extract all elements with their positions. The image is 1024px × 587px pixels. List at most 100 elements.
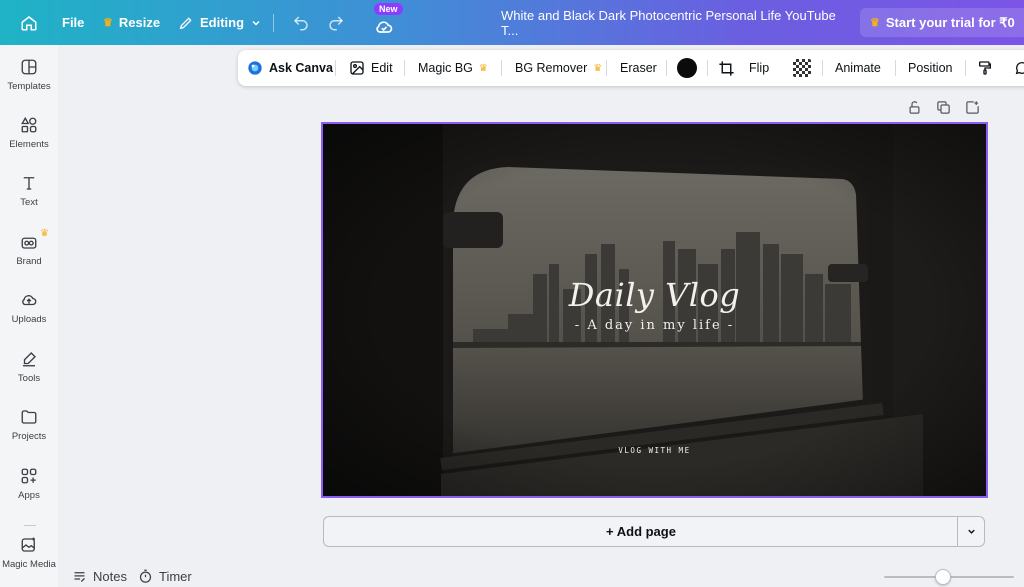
color-picker-button[interactable] [677, 50, 697, 86]
toolbar-divider [666, 60, 667, 76]
design-canvas[interactable]: Daily Vlog - A day in my life - VLOG WIT… [321, 122, 988, 498]
sidebar-item-label: Tools [17, 373, 41, 384]
magic-media-icon [21, 537, 35, 552]
magic-bg-button[interactable]: Magic BG ♛ [418, 50, 488, 86]
brand-icon [21, 237, 37, 249]
flip-button[interactable]: Flip [749, 50, 769, 86]
bg-remover-label: BG Remover [515, 61, 588, 75]
sidebar-item-elements[interactable]: Elements [0, 105, 58, 161]
canvas-footer-text[interactable]: VLOG WITH ME [323, 446, 986, 455]
canvas-subtitle-text[interactable]: - A day in my life - [323, 318, 986, 333]
start-trial-button[interactable]: ♛ Start your trial for ₹0 [860, 8, 1024, 37]
sidebar-item-text[interactable]: Text [0, 163, 58, 219]
timer-label: Timer [159, 568, 192, 584]
eraser-button[interactable]: Eraser [620, 50, 657, 86]
add-page-icon[interactable] [965, 100, 980, 115]
undo-icon [293, 15, 308, 30]
timer-button[interactable]: Timer [138, 566, 192, 586]
context-toolbar: Ask Canva Edit Magic BG ♛ BG Remover ♛ E… [238, 50, 1024, 86]
sidebar-item-uploads[interactable]: Uploads [0, 280, 58, 336]
image-edit-icon [350, 61, 364, 75]
sidebar-item-label: Uploads [11, 314, 47, 325]
document-title-text: White and Black Dark Photocentric Person… [501, 7, 836, 38]
text-icon [23, 177, 35, 190]
duplicate-icon[interactable] [936, 100, 951, 115]
animate-label: Animate [835, 61, 881, 75]
notes-button[interactable]: Notes [72, 566, 127, 586]
left-sidebar: Templates Elements Text Brand ♛ Uploads … [0, 45, 58, 587]
sidebar-item-label: Elements [9, 139, 49, 150]
sidebar-item-label: Text [20, 197, 38, 208]
tools-icon [23, 352, 36, 367]
crown-icon: ♛ [870, 17, 880, 29]
sidebar-item-apps[interactable]: Apps [0, 456, 58, 512]
crop-button[interactable] [718, 50, 735, 86]
file-label: File [62, 15, 85, 30]
position-label: Position [908, 61, 953, 75]
sidebar-item-projects[interactable]: Projects [0, 397, 58, 453]
notes-label: Notes [93, 568, 127, 584]
toolbar-divider [606, 60, 607, 76]
add-page-button[interactable]: + Add page [323, 516, 958, 547]
magic-bg-label: Magic BG [418, 61, 473, 75]
sidebar-item-label: Projects [11, 431, 47, 442]
sidebar-item-label: Magic Media [2, 559, 56, 570]
add-page-label: + Add page [606, 524, 676, 539]
toolbar-divider [404, 60, 405, 76]
timer-icon [139, 569, 152, 583]
canva-assistant-icon [248, 61, 262, 75]
apps-icon [21, 468, 37, 484]
crop-icon [719, 60, 734, 76]
crown-icon: ♛ [478, 62, 488, 74]
position-button[interactable]: Position [908, 50, 952, 86]
save-status-button[interactable] [374, 4, 394, 49]
cloud-check-icon [376, 20, 393, 33]
toolbar-divider [965, 60, 966, 76]
canvas-title-text[interactable]: Daily Vlog [323, 276, 986, 314]
add-page-dropdown[interactable] [957, 516, 985, 547]
toolbar-divider [501, 60, 502, 76]
toolbar-divider [822, 60, 823, 76]
redo-button[interactable] [327, 0, 345, 45]
lock-icon[interactable] [907, 100, 922, 115]
crown-icon: ♛ [593, 62, 603, 74]
file-menu[interactable]: File [62, 0, 84, 45]
document-title[interactable]: White and Black Dark Photocentric Person… [501, 0, 841, 45]
topbar-divider [273, 14, 274, 32]
paint-roller-icon [979, 61, 991, 75]
sidebar-item-label: Templates [7, 81, 51, 92]
copy-style-button[interactable] [977, 50, 993, 86]
sidebar-item-tools[interactable]: Tools [0, 339, 58, 395]
flip-label: Flip [749, 61, 770, 75]
editing-dropdown[interactable]: Editing [178, 0, 262, 45]
editing-label: Editing [200, 15, 245, 30]
home-icon [21, 15, 37, 30]
transparency-button[interactable] [793, 50, 811, 86]
undo-button[interactable] [292, 0, 310, 45]
bg-remover-button[interactable]: BG Remover ♛ [515, 50, 602, 86]
zoom-slider-handle[interactable] [934, 569, 951, 585]
pencil-icon [179, 16, 192, 29]
notes-icon [74, 571, 85, 582]
templates-icon [21, 59, 37, 75]
resize-button[interactable]: ♛ Resize [103, 0, 160, 45]
crown-icon: ♛ [103, 17, 113, 29]
uploads-icon [22, 295, 37, 306]
sidebar-item-brand[interactable]: Brand [0, 222, 58, 278]
top-bar: File ♛ Resize Editing New White and Blac… [0, 0, 1024, 45]
transparency-icon [793, 59, 811, 77]
sidebar-item-magic-media[interactable]: Magic Media [0, 525, 58, 581]
sidebar-item-label: Brand [16, 256, 42, 267]
ask-canva-label: Ask Canva [269, 61, 333, 75]
chevron-down-icon [967, 529, 975, 534]
edit-image-button[interactable]: Edit [349, 50, 393, 86]
toolbar-divider [895, 60, 896, 76]
animate-button[interactable]: Animate [835, 50, 881, 86]
resize-label: Resize [118, 15, 161, 30]
trial-label: Start your trial for ₹0 [885, 14, 1015, 30]
projects-icon [21, 410, 37, 424]
ask-canva-button[interactable]: Ask Canva [247, 50, 333, 86]
sidebar-item-templates[interactable]: Templates [0, 47, 58, 103]
home-button[interactable] [20, 0, 38, 45]
comment-button[interactable] [1014, 50, 1024, 86]
